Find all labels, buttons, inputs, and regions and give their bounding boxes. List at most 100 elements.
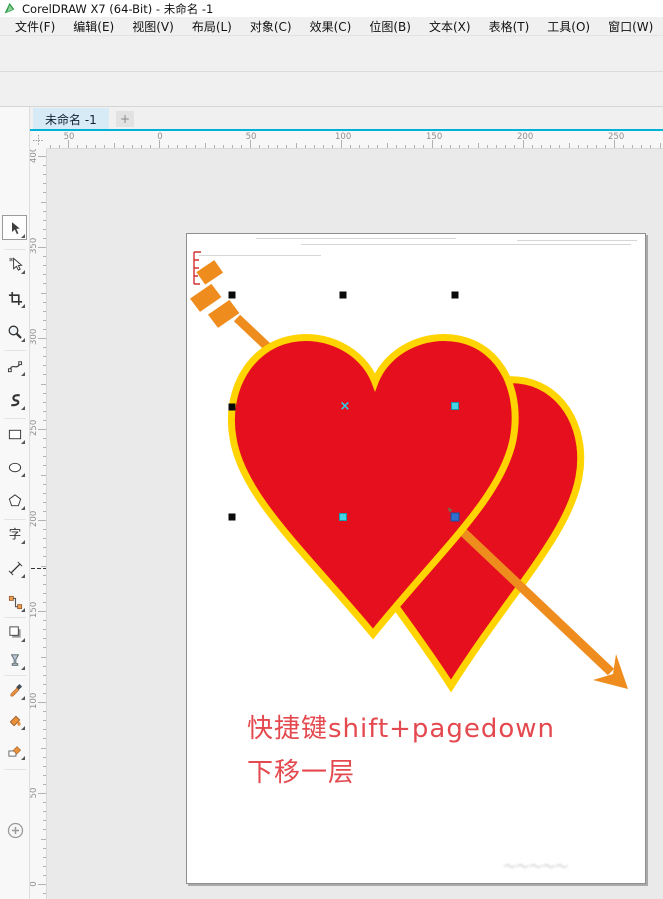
add-tool-button[interactable] bbox=[4, 819, 26, 841]
ruler-tick bbox=[223, 145, 224, 148]
document-tab-label: 未命名 -1 bbox=[45, 111, 97, 128]
transparency-tool[interactable] bbox=[4, 649, 26, 671]
ruler-tick bbox=[43, 402, 46, 403]
document-page[interactable]: 快捷键shift+pagedown 下移一层 〜〜〜〜〜 bbox=[186, 233, 646, 884]
ellipse-tool[interactable] bbox=[4, 456, 26, 478]
ruler-tick bbox=[550, 145, 551, 148]
document-tab-active[interactable]: 未命名 -1 bbox=[33, 108, 109, 130]
ruler-label: 150 bbox=[426, 132, 440, 142]
add-page-tab-button[interactable]: + bbox=[116, 111, 134, 127]
ruler-tick bbox=[43, 575, 46, 576]
drop-shadow-tool[interactable] bbox=[4, 621, 26, 643]
ruler-tick bbox=[43, 220, 46, 221]
toolbox-separator bbox=[4, 519, 26, 520]
menu-bitmaps[interactable]: 位图(B) bbox=[360, 17, 420, 36]
menu-effects[interactable]: 效果(C) bbox=[301, 17, 361, 36]
ruler-label: 50 bbox=[62, 132, 76, 142]
menu-table[interactable]: 表格(T) bbox=[480, 17, 539, 36]
crop-tool[interactable] bbox=[4, 287, 26, 309]
ruler-tick bbox=[43, 684, 46, 685]
ruler-tick bbox=[43, 311, 46, 312]
ruler-tick bbox=[43, 502, 46, 503]
ruler-tick bbox=[43, 666, 46, 667]
ruler-tick bbox=[323, 145, 324, 148]
parallel-dimension-tool[interactable] bbox=[4, 557, 26, 579]
color-eyedropper-tool[interactable] bbox=[4, 679, 26, 701]
ruler-tick bbox=[43, 211, 46, 212]
vertical-ruler[interactable]: 400350300250200150100500 bbox=[30, 149, 47, 899]
plus-circle-icon bbox=[7, 822, 24, 839]
dimension-tool-icon bbox=[8, 561, 23, 576]
ruler-tick bbox=[587, 145, 588, 148]
ruler-tick bbox=[423, 145, 424, 148]
ruler-tick bbox=[186, 145, 187, 148]
menu-view[interactable]: 视图(V) bbox=[123, 17, 183, 36]
pick-tool[interactable] bbox=[2, 215, 27, 240]
fill-bucket-icon bbox=[7, 713, 23, 728]
ruler-origin-button[interactable] bbox=[30, 131, 47, 149]
text-tool[interactable]: 字 bbox=[4, 523, 26, 545]
ruler-tick bbox=[41, 475, 46, 476]
ruler-tick bbox=[43, 711, 46, 712]
ruler-tick bbox=[38, 884, 46, 885]
zoom-tool-icon bbox=[7, 324, 23, 340]
ruler-tick bbox=[559, 145, 560, 148]
polygon-tool[interactable] bbox=[4, 489, 26, 511]
menu-layout[interactable]: 布局(L) bbox=[183, 17, 241, 36]
ruler-tick bbox=[43, 857, 46, 858]
artistic-media-tool[interactable] bbox=[4, 389, 26, 411]
ruler-tick bbox=[43, 693, 46, 694]
ruler-tick bbox=[43, 720, 46, 721]
ruler-tick bbox=[332, 145, 333, 148]
menu-edit[interactable]: 编辑(E) bbox=[64, 17, 123, 36]
menu-object[interactable]: 对象(C) bbox=[241, 17, 301, 36]
ruler-tick bbox=[43, 547, 46, 548]
rectangle-tool[interactable] bbox=[4, 423, 26, 445]
ruler-tick bbox=[38, 338, 46, 339]
ruler-tick bbox=[41, 839, 46, 840]
ruler-tick bbox=[496, 145, 497, 148]
ruler-label: 0 bbox=[30, 877, 39, 891]
ruler-tick bbox=[43, 893, 46, 894]
ruler-tick bbox=[43, 374, 46, 375]
ruler-tick bbox=[43, 174, 46, 175]
horizontal-ruler[interactable]: 50050100150200250 bbox=[47, 131, 663, 149]
ruler-label: 0 bbox=[153, 132, 167, 142]
drawing-canvas[interactable]: 快捷键shift+pagedown 下移一层 〜〜〜〜〜 bbox=[47, 149, 663, 899]
menu-tools[interactable]: 工具(O) bbox=[538, 17, 599, 36]
zoom-tool[interactable] bbox=[4, 321, 26, 343]
ruler-tick bbox=[41, 384, 46, 385]
ruler-tick bbox=[43, 529, 46, 530]
ruler-tick bbox=[368, 145, 369, 148]
interactive-fill-tool[interactable] bbox=[4, 709, 26, 731]
ruler-label: 100 bbox=[30, 695, 39, 709]
ruler-tick bbox=[43, 602, 46, 603]
shape-tool-icon bbox=[8, 256, 23, 272]
toolbox-separator bbox=[4, 617, 26, 618]
menu-bar: 文件(F) 编辑(E) 视图(V) 布局(L) 对象(C) 效果(C) 位图(B… bbox=[0, 17, 663, 35]
ruler-tick bbox=[660, 143, 661, 148]
guideline-dash bbox=[31, 568, 35, 569]
menu-window[interactable]: 窗口(W) bbox=[599, 17, 662, 36]
toolbox: 字 bbox=[0, 107, 30, 899]
ruler-tick bbox=[43, 356, 46, 357]
menu-file[interactable]: 文件(F) bbox=[6, 17, 64, 36]
freehand-tool[interactable] bbox=[4, 355, 26, 377]
ruler-tick bbox=[286, 145, 287, 148]
toolbox-separator bbox=[4, 350, 26, 351]
shape-tool[interactable] bbox=[4, 253, 26, 275]
ruler-tick bbox=[43, 729, 46, 730]
ruler-tick bbox=[43, 875, 46, 876]
ruler-tick bbox=[532, 145, 533, 148]
ruler-tick bbox=[43, 447, 46, 448]
connector-tool[interactable] bbox=[4, 591, 26, 613]
coreldraw-logo-icon bbox=[3, 2, 16, 15]
ruler-tick bbox=[277, 145, 278, 148]
menu-text[interactable]: 文本(X) bbox=[420, 17, 480, 36]
smart-fill-tool[interactable] bbox=[4, 739, 26, 761]
ruler-tick bbox=[43, 365, 46, 366]
ruler-label: 100 bbox=[335, 132, 349, 142]
polygon-tool-icon bbox=[7, 493, 23, 508]
ruler-tick bbox=[377, 145, 378, 148]
ruler-tick bbox=[632, 145, 633, 148]
